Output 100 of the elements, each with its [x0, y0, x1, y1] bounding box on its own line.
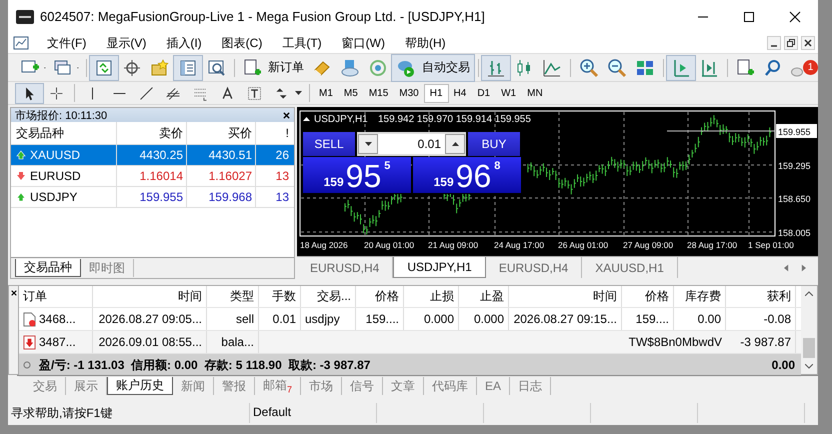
- minimize-icon[interactable]: [767, 36, 781, 50]
- column-header[interactable]: 止损: [404, 286, 459, 307]
- cursor-icon[interactable]: [16, 84, 43, 102]
- menu-item[interactable]: 文件(F): [39, 34, 98, 52]
- column-header[interactable]: 时间: [93, 286, 207, 307]
- timeframe-button[interactable]: W1: [496, 84, 522, 102]
- new-order-button[interactable]: 新订单: [238, 54, 308, 80]
- timeframe-button[interactable]: MN: [522, 84, 548, 102]
- table-cell: 2026.09.01 08:55...: [93, 331, 207, 353]
- timeframe-button[interactable]: M5: [338, 84, 363, 102]
- column-header[interactable]: !: [256, 122, 292, 144]
- collapse-icon[interactable]: [303, 117, 310, 121]
- symbol-row[interactable]: EURUSD 1.16014 1.16027 13: [11, 166, 294, 187]
- market-watch-icon[interactable]: [174, 56, 202, 80]
- timeframe-button[interactable]: D1: [472, 84, 496, 102]
- column-header[interactable]: 交易品种: [11, 122, 117, 144]
- bid-price: 4430.25: [117, 145, 187, 165]
- symbol-row[interactable]: XAUUSD 4430.25 4430.51 26: [11, 145, 294, 166]
- lot-size-field[interactable]: 0.01: [378, 134, 445, 154]
- column-header[interactable]: 止盈: [459, 286, 509, 307]
- scroll-right-icon[interactable]: [801, 264, 806, 272]
- scroll-left-icon[interactable]: [784, 264, 789, 272]
- column-header[interactable]: 卖价: [117, 122, 187, 144]
- column-header[interactable]: 交易...: [301, 286, 356, 307]
- terminal-tab[interactable]: EA: [477, 377, 510, 395]
- table-cell: 159....: [622, 308, 674, 330]
- terminal-tab[interactable]: 市场: [301, 377, 342, 395]
- menu-item[interactable]: 显示(V): [98, 34, 158, 52]
- auto-trading-button[interactable]: 自动交易: [392, 54, 474, 80]
- menu-item[interactable]: 工具(T): [274, 34, 334, 52]
- menu-item[interactable]: 图表(C): [214, 34, 274, 52]
- terminal-tab[interactable]: 信号: [342, 377, 384, 395]
- scroll-down-icon[interactable]: [805, 364, 813, 369]
- symbol-name: USDJPY: [30, 190, 78, 204]
- timeframe-button[interactable]: M30: [394, 84, 424, 102]
- decrease-button[interactable]: [358, 134, 378, 154]
- column-header[interactable]: 价格: [622, 286, 674, 307]
- timeframe-button[interactable]: M15: [364, 84, 394, 102]
- menu-item[interactable]: 窗口(W): [334, 34, 397, 52]
- restore-icon[interactable]: [784, 36, 798, 50]
- scrollbar[interactable]: [801, 286, 817, 374]
- time-axis-label: 20 Aug 01:00: [364, 240, 414, 250]
- auto-scroll-icon[interactable]: [666, 56, 695, 80]
- column-header[interactable]: 时间: [509, 286, 622, 307]
- table-cell: -3 987.87: [726, 331, 796, 353]
- terminal-tab[interactable]: 交易: [25, 377, 66, 395]
- terminal-tab[interactable]: 日志: [510, 377, 552, 395]
- document-icon: [23, 312, 36, 326]
- window-title: 6024507: MegaFusionGroup-Live 1 - Mega Fusion Group Ltd. - [USDJPY,H1]: [40, 9, 485, 24]
- caret-icon[interactable]: [295, 91, 302, 95]
- time-axis-label: 24 Aug 17:00: [494, 240, 544, 250]
- column-header[interactable]: 价格: [356, 286, 404, 307]
- symbol-row[interactable]: USDJPY 159.955 159.968 13: [11, 187, 294, 208]
- terminal-tab[interactable]: 警报: [214, 377, 255, 395]
- column-header[interactable]: 获利: [726, 286, 796, 307]
- buy-button[interactable]: BUY: [468, 132, 520, 156]
- scroll-thumb[interactable]: [803, 338, 815, 358]
- menu-item[interactable]: 插入(I): [158, 34, 214, 52]
- terminal-tab[interactable]: 邮箱$_{7}$: [255, 377, 302, 395]
- column-header[interactable]: 买价: [187, 122, 256, 144]
- table-cell: 0.01: [259, 308, 301, 330]
- scroll-up-icon[interactable]: [805, 291, 813, 296]
- bid-price: 159.955: [117, 187, 187, 207]
- ask-price: 159.968: [187, 187, 256, 207]
- close-icon[interactable]: [283, 112, 290, 118]
- spread-value: 13: [274, 168, 290, 185]
- spread-value: 26: [274, 147, 290, 164]
- chart-tab[interactable]: EURUSD,H4: [486, 257, 582, 278]
- up-caret-icon: [452, 142, 458, 146]
- table-cell: usdjpy: [301, 308, 356, 330]
- time-axis-label: 1 Sep 01:00: [748, 240, 794, 250]
- chart-tab[interactable]: USDJPY,H1: [393, 257, 486, 278]
- app-logo-icon: [16, 10, 34, 24]
- sell-button[interactable]: SELL: [303, 132, 355, 156]
- close-icon[interactable]: [10, 290, 16, 296]
- increase-button[interactable]: [445, 134, 465, 154]
- timeframe-button[interactable]: H4: [448, 84, 472, 102]
- chart-tab[interactable]: XAUUSD,H1: [582, 257, 678, 278]
- table-cell: 3487...: [39, 335, 76, 349]
- symbol-name: EURUSD: [30, 169, 81, 183]
- panel-tab[interactable]: 交易品种: [15, 259, 81, 277]
- column-header[interactable]: 库存费: [674, 286, 726, 307]
- terminal-tab[interactable]: 账户历史: [107, 377, 173, 395]
- menu-item[interactable]: 帮助(H): [396, 34, 458, 52]
- column-header[interactable]: 类型: [207, 286, 259, 307]
- ohlc-values: 159.942 159.970 159.914 159.955: [378, 114, 531, 125]
- terminal-tab[interactable]: 代码库: [424, 377, 478, 395]
- timeframe-button[interactable]: H1: [424, 84, 448, 102]
- column-header[interactable]: 手数: [259, 286, 301, 307]
- bar-chart-icon[interactable]: [482, 56, 510, 80]
- panel-tab[interactable]: 即时图: [81, 259, 134, 277]
- chart-menu-icon[interactable]: [13, 35, 29, 51]
- table-cell: sell: [207, 308, 259, 330]
- notification-badge: 1: [803, 60, 818, 75]
- data-window-icon[interactable]: [90, 56, 118, 80]
- terminal-tab[interactable]: 新闻: [173, 377, 214, 395]
- terminal-tab[interactable]: 文章: [383, 377, 424, 395]
- account-summary: 盈/亏: -1 131.03 信用额: 0.00 存款: 5 118.90 取款: -3 987.87: [39, 356, 370, 374]
- column-header[interactable]: 订单: [19, 286, 93, 307]
- timeframe-button[interactable]: M1: [314, 84, 338, 102]
